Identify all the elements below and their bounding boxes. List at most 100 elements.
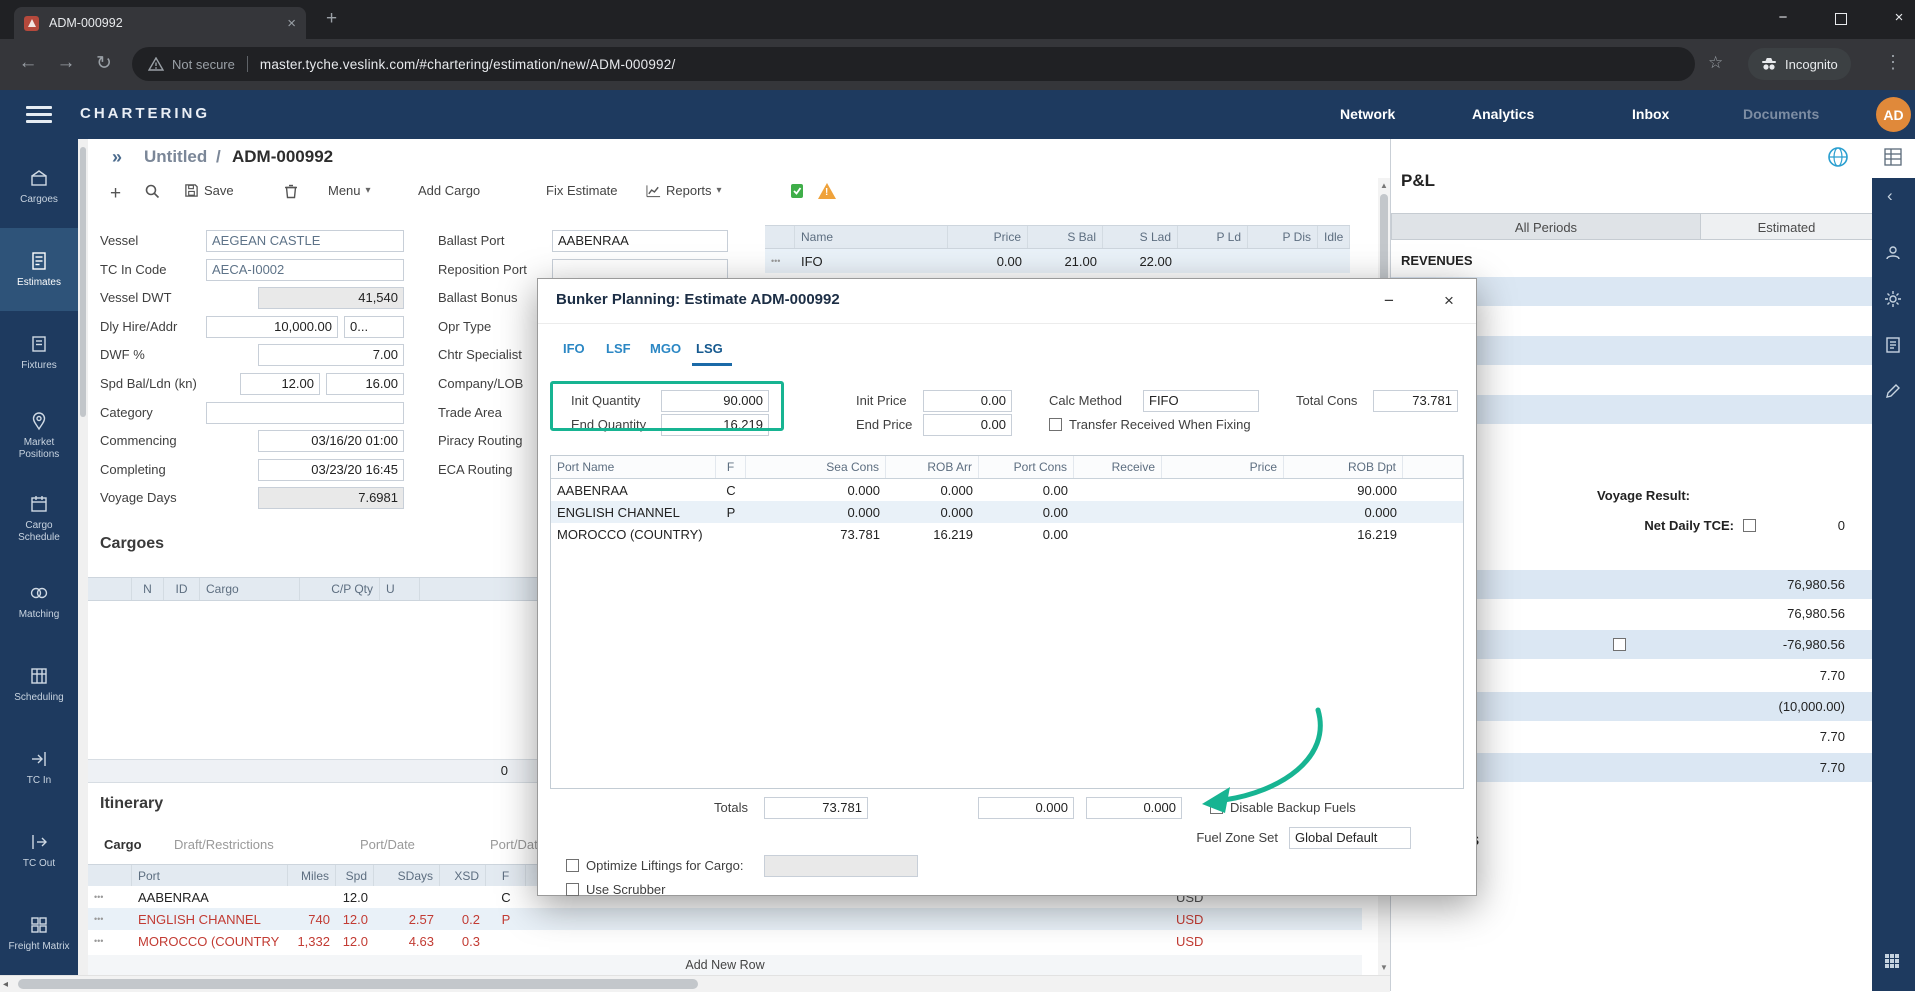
fuel-zone-set-field[interactable]: Global Default xyxy=(1289,827,1411,849)
nav-documents[interactable]: Documents xyxy=(1743,106,1819,122)
itinerary-row[interactable]: ••• ENGLISH CHANNEL 740 12.0 2.57 0.2 P … xyxy=(88,908,1362,930)
use-scrubber-checkbox[interactable] xyxy=(566,883,579,896)
security-label[interactable]: Not secure xyxy=(172,57,235,72)
tab-close-icon[interactable]: × xyxy=(287,15,296,32)
grid-view-icon[interactable] xyxy=(1884,148,1902,166)
reports-button[interactable]: Reports▾ xyxy=(646,183,722,198)
bunker-port-row[interactable]: AABENRAA C 0.000 0.000 0.00 90.000 xyxy=(551,479,1463,501)
scrollbar-thumb[interactable] xyxy=(80,147,86,417)
sidebar-item-fixtures[interactable]: Fixtures xyxy=(0,311,78,394)
transfer-received-checkbox[interactable] xyxy=(1049,418,1062,431)
calc-method-field[interactable]: FIFO xyxy=(1143,390,1259,412)
save-button[interactable]: Save xyxy=(184,183,234,198)
bunker-port-row[interactable]: ENGLISH CHANNEL P 0.000 0.000 0.00 0.000 xyxy=(551,501,1463,523)
dwf-field[interactable]: 7.00 xyxy=(258,344,404,366)
document-icon[interactable] xyxy=(1884,336,1902,354)
window-close-button[interactable]: × xyxy=(1876,9,1915,26)
warning-button[interactable]: ! xyxy=(818,183,836,199)
user-icon[interactable] xyxy=(1884,244,1902,262)
fuel-tab-lsg[interactable]: LSG xyxy=(696,341,723,356)
pnl-period-estimated[interactable]: Estimated xyxy=(1700,213,1873,240)
vessel-field[interactable]: AEGEAN CASTLE xyxy=(206,230,404,252)
forward-button[interactable]: → xyxy=(52,52,80,74)
speed-laden-field[interactable]: 16.00 xyxy=(326,373,404,395)
scroll-left-icon[interactable]: ◂ xyxy=(3,979,8,990)
sidebar-item-estimates[interactable]: Estimates xyxy=(0,228,78,311)
window-maximize-button[interactable] xyxy=(1818,12,1864,29)
commencing-field[interactable]: 03/16/20 01:00 xyxy=(258,430,404,452)
address-bar[interactable]: Not secure master.tyche.veslink.com/#cha… xyxy=(132,47,1695,81)
tab-draft-restrictions[interactable]: Draft/Restrictions xyxy=(174,837,274,852)
nav-analytics[interactable]: Analytics xyxy=(1472,106,1534,122)
row-menu-icon[interactable]: ••• xyxy=(88,892,132,902)
ballast-port-field[interactable]: AABENRAA xyxy=(552,230,728,252)
new-tab-button[interactable]: + xyxy=(326,8,337,30)
apps-grid-icon[interactable] xyxy=(1884,953,1900,969)
scroll-up-icon[interactable]: ▲ xyxy=(1378,181,1390,190)
browser-tab[interactable]: ADM-000992 × xyxy=(14,7,306,39)
add-button[interactable]: + xyxy=(110,183,121,205)
window-minimize-button[interactable]: − xyxy=(1760,9,1806,26)
pnl-period-all[interactable]: All Periods xyxy=(1391,213,1701,240)
collapse-panel-icon[interactable]: ‹ xyxy=(1887,186,1893,206)
sidebar-item-tc-in[interactable]: TC In xyxy=(0,726,78,809)
row-menu-icon[interactable]: ••• xyxy=(88,936,132,946)
dialog-minimize-button[interactable]: − xyxy=(1374,289,1404,313)
bookmark-star-icon[interactable]: ☆ xyxy=(1708,53,1723,73)
back-button[interactable]: ← xyxy=(14,52,42,74)
completing-field[interactable]: 03/23/20 16:45 xyxy=(258,459,404,481)
tc-in-code-field[interactable]: AECA-I0002 xyxy=(206,259,404,281)
init-price-field[interactable]: 0.00 xyxy=(923,390,1012,412)
hamburger-menu-icon[interactable] xyxy=(26,106,52,127)
fuel-tab-lsf[interactable]: LSF xyxy=(606,341,631,356)
validation-ok-button[interactable] xyxy=(790,183,804,199)
sidebar-item-freight-matrix[interactable]: Freight Matrix xyxy=(0,892,78,975)
fix-estimate-button[interactable]: Fix Estimate xyxy=(546,183,618,198)
edit-pencil-icon[interactable] xyxy=(1884,382,1902,400)
tab-port-date[interactable]: Port/Date xyxy=(360,837,415,852)
breadcrumb-untitled[interactable]: Untitled xyxy=(144,147,207,167)
sidebar-item-scheduling[interactable]: Scheduling xyxy=(0,643,78,726)
user-avatar[interactable]: AD xyxy=(1876,97,1911,132)
horizontal-scrollbar[interactable]: ◂ xyxy=(0,975,1390,992)
row-menu-icon[interactable]: ••• xyxy=(88,914,132,924)
scroll-down-icon[interactable]: ▼ xyxy=(1378,963,1390,972)
tce-checkbox[interactable] xyxy=(1743,519,1756,532)
add-new-row-button[interactable]: Add New Row xyxy=(88,955,1362,975)
sidebar-item-matching[interactable]: Matching xyxy=(0,560,78,643)
itinerary-row[interactable]: ••• MOROCCO (COUNTRY 1,332 12.0 4.63 0.3… xyxy=(88,930,1362,952)
sidebar-item-tc-out[interactable]: TC Out xyxy=(0,809,78,892)
sidebar-item-cargoes[interactable]: Cargoes xyxy=(0,145,78,228)
end-price-field[interactable]: 0.00 xyxy=(923,414,1012,436)
bunker-grid-row[interactable]: ••• IFO 0.00 21.00 22.00 xyxy=(765,249,1350,273)
dialog-close-button[interactable]: × xyxy=(1434,289,1464,313)
expand-panel-icon[interactable]: » xyxy=(112,147,122,168)
menu-button[interactable]: Menu▾ xyxy=(328,183,371,198)
address-commission-field[interactable]: 0... xyxy=(344,316,404,338)
dialog-titlebar[interactable]: Bunker Planning: Estimate ADM-000992 − × xyxy=(538,279,1476,324)
gear-icon[interactable] xyxy=(1884,290,1902,308)
add-cargo-button[interactable]: Add Cargo xyxy=(418,183,480,198)
scrollbar-thumb[interactable] xyxy=(1380,194,1388,286)
reload-button[interactable]: ↻ xyxy=(90,52,118,75)
speed-ballast-field[interactable]: 12.00 xyxy=(240,373,320,395)
sidebar-scrollbar[interactable] xyxy=(78,139,88,975)
sidebar-item-cargo-schedule[interactable]: Cargo Schedule xyxy=(0,477,78,560)
scrollbar-thumb[interactable] xyxy=(18,979,698,989)
fuel-tab-mgo[interactable]: MGO xyxy=(650,341,681,356)
daily-hire-field[interactable]: 10,000.00 xyxy=(206,316,338,338)
bunker-port-row[interactable]: MOROCCO (COUNTRY) 73.781 16.219 0.00 16.… xyxy=(551,523,1463,545)
globe-icon[interactable] xyxy=(1827,146,1849,168)
tab-cargo[interactable]: Cargo xyxy=(104,837,142,852)
url-text[interactable]: master.tyche.veslink.com/#chartering/est… xyxy=(260,57,676,72)
pnl-checkbox[interactable] xyxy=(1613,638,1626,651)
row-menu-icon[interactable]: ••• xyxy=(765,256,795,266)
delete-button[interactable] xyxy=(284,183,298,199)
optimize-liftings-checkbox[interactable] xyxy=(566,859,579,872)
fuel-tab-ifo[interactable]: IFO xyxy=(563,341,585,356)
nav-inbox[interactable]: Inbox xyxy=(1632,106,1669,122)
browser-menu-icon[interactable]: ⋮ xyxy=(1884,52,1902,73)
search-button[interactable] xyxy=(144,183,160,199)
sidebar-item-market-positions[interactable]: Market Positions xyxy=(0,394,78,477)
tab-port-dates[interactable]: Port/Dat xyxy=(490,837,538,852)
